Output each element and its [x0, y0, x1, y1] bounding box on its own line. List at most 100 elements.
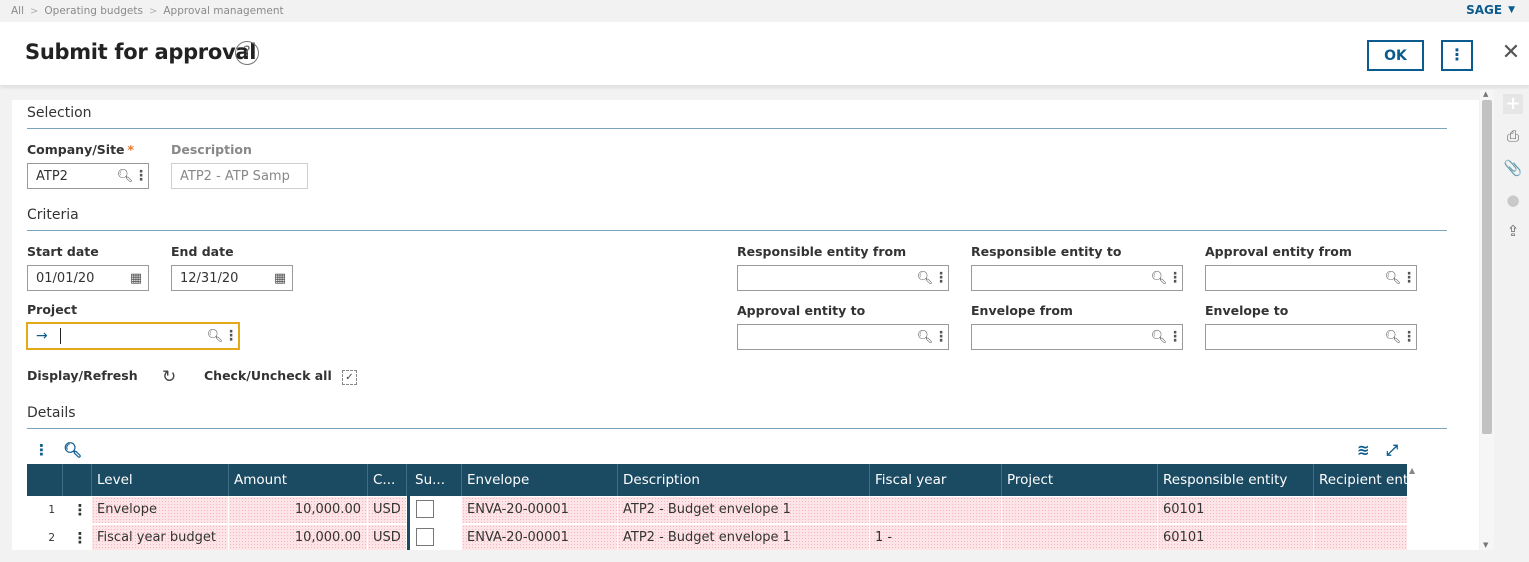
cell-recipient-entity[interactable] [1314, 525, 1407, 550]
start-date-field[interactable]: 01/01/20 ▦ [27, 265, 149, 291]
table-row[interactable]: 1 ⋮ Envelope 10,000.00 USD ENVA-20-00001… [27, 496, 1407, 524]
breadcrumb-approval-management[interactable]: Approval management [163, 5, 283, 17]
add-icon[interactable]: + [1503, 94, 1523, 114]
company-site-value[interactable]: ATP2 [28, 169, 116, 184]
vertical-scrollbar[interactable]: ▲ ▼ [1480, 90, 1494, 550]
approval-entity-from-field[interactable]: 🔍︎ ⋮ [1205, 265, 1417, 291]
breadcrumb-operating-budgets[interactable]: Operating budgets [44, 5, 143, 17]
search-icon[interactable]: 🔍︎ [206, 329, 224, 344]
project-field[interactable]: → 🔍︎ ⋮ [26, 322, 240, 350]
approval-entity-to-field[interactable]: 🔍︎ ⋮ [737, 324, 949, 350]
check-all-icon[interactable]: ✓ [342, 370, 357, 385]
ok-button[interactable]: OK [1367, 40, 1424, 71]
cell-responsible-entity[interactable]: 60101 [1158, 525, 1313, 550]
field-menu-icon[interactable]: ⋮ [1168, 270, 1182, 286]
end-date-field[interactable]: 12/31/20 ▦ [171, 265, 293, 291]
cell-fiscal-year[interactable]: 1 - [870, 525, 1001, 550]
export-icon[interactable]: ⇪ [1503, 221, 1523, 241]
column-header-level[interactable]: Level [92, 464, 229, 496]
scroll-up-icon[interactable]: ▲ [1483, 90, 1488, 98]
cell-level[interactable]: Envelope [92, 497, 228, 523]
cell-envelope[interactable]: ENVA-20-00001 [462, 497, 617, 523]
end-date-value[interactable]: 12/31/20 [172, 271, 268, 286]
cell-recipient-entity[interactable] [1314, 497, 1407, 523]
submit-checkbox[interactable] [416, 528, 434, 546]
scroll-up-icon[interactable]: ▲ [1409, 466, 1415, 475]
field-menu-icon[interactable]: ⋮ [1168, 329, 1182, 345]
column-header-responsible-entity[interactable]: Responsible entity [1158, 464, 1314, 496]
search-icon[interactable]: 🔍︎ [63, 441, 82, 459]
column-header-project[interactable]: Project [1002, 464, 1158, 496]
column-header-envelope[interactable]: Envelope [462, 464, 618, 496]
responsible-entity-to-field[interactable]: 🔍︎ ⋮ [971, 265, 1183, 291]
row-menu-icon[interactable]: ⋮ [63, 525, 92, 550]
envelope-to-field[interactable]: 🔍︎ ⋮ [1205, 324, 1417, 350]
row-number: 1 [48, 504, 55, 516]
page-title: Submit for approval [25, 40, 257, 64]
chevron-right-icon: > [148, 5, 158, 17]
search-icon[interactable]: 🔍︎ [1384, 330, 1402, 345]
responsible-entity-from-field[interactable]: 🔍︎ ⋮ [737, 265, 949, 291]
page-header: Submit for approval ? OK ⋮ ✕ [0, 22, 1529, 86]
user-menu[interactable]: SAGE ▼ [1466, 3, 1515, 17]
calendar-icon[interactable]: ▦ [268, 271, 292, 286]
expand-icon[interactable]: ⤢ [1386, 441, 1398, 459]
section-divider [27, 230, 1447, 231]
company-site-field[interactable]: ATP2 🔍︎ ⋮ [27, 163, 149, 189]
search-icon[interactable]: 🔍︎ [1150, 330, 1168, 345]
start-date-value[interactable]: 01/01/20 [28, 271, 124, 286]
text-cursor [59, 328, 61, 344]
close-icon[interactable]: ✕ [1499, 39, 1523, 67]
column-header-submit[interactable]: Su... [410, 464, 462, 496]
row-menu-icon[interactable]: ⋮ [63, 497, 92, 523]
refresh-icon[interactable]: ↻ [162, 367, 176, 387]
column-header-recipient-entity[interactable]: Recipient enti [1314, 464, 1407, 496]
cell-currency[interactable]: USD [368, 497, 406, 523]
cell-level[interactable]: Fiscal year budget [92, 525, 228, 550]
search-icon[interactable]: 🔍︎ [916, 330, 934, 345]
cell-project[interactable] [1002, 497, 1157, 523]
cell-project[interactable] [1002, 525, 1157, 550]
cell-fiscal-year[interactable] [870, 497, 1001, 523]
required-marker: * [127, 142, 135, 157]
grid-menu-icon[interactable]: ⋮ [34, 441, 49, 459]
field-menu-icon[interactable]: ⋮ [1402, 270, 1416, 286]
layers-icon[interactable]: ≋ [1357, 441, 1370, 459]
calendar-icon[interactable]: ▦ [124, 271, 148, 286]
column-header-amount[interactable]: Amount [229, 464, 368, 496]
cell-amount[interactable]: 10,000.00 [229, 497, 367, 523]
more-actions-button[interactable]: ⋮ [1441, 40, 1473, 71]
envelope-from-label: Envelope from [971, 303, 1073, 318]
section-criteria-title: Criteria [27, 207, 79, 223]
help-icon[interactable]: ? [235, 41, 259, 65]
breadcrumb-all[interactable]: All [11, 5, 24, 17]
column-header-fiscal-year[interactable]: Fiscal year [870, 464, 1002, 496]
field-menu-icon[interactable]: ⋮ [224, 328, 238, 344]
column-header-currency[interactable]: C... [368, 464, 407, 496]
scroll-down-icon[interactable]: ▼ [1483, 541, 1488, 549]
company-site-label: Company/Site * [27, 142, 134, 157]
cell-amount[interactable]: 10,000.00 [229, 525, 367, 550]
cell-currency[interactable]: USD [368, 525, 406, 550]
project-label: Project [27, 302, 78, 317]
approval-entity-from-label: Approval entity from [1205, 244, 1352, 259]
table-row[interactable]: 2 ⋮ Fiscal year budget 10,000.00 USD ENV… [27, 524, 1407, 550]
field-menu-icon[interactable]: ⋮ [134, 168, 148, 184]
envelope-from-field[interactable]: 🔍︎ ⋮ [971, 324, 1183, 350]
search-icon[interactable]: 🔍︎ [1150, 271, 1168, 286]
submit-checkbox[interactable] [416, 500, 434, 518]
cell-description[interactable]: ATP2 - Budget envelope 1 [618, 497, 869, 523]
scrollbar-thumb[interactable] [1482, 100, 1492, 434]
search-icon[interactable]: 🔍︎ [1384, 271, 1402, 286]
print-icon[interactable]: ⎙ [1503, 126, 1523, 146]
cell-description[interactable]: ATP2 - Budget envelope 1 [618, 525, 869, 550]
field-menu-icon[interactable]: ⋮ [934, 270, 948, 286]
search-icon[interactable]: 🔍︎ [916, 271, 934, 286]
search-icon[interactable]: 🔍︎ [116, 169, 134, 184]
cell-responsible-entity[interactable]: 60101 [1158, 497, 1313, 523]
field-menu-icon[interactable]: ⋮ [1402, 329, 1416, 345]
cell-envelope[interactable]: ENVA-20-00001 [462, 525, 617, 550]
field-menu-icon[interactable]: ⋮ [934, 329, 948, 345]
main-form: Selection Company/Site * ATP2 🔍︎ ⋮ Descri… [12, 100, 1479, 550]
column-header-description[interactable]: Description [618, 464, 870, 496]
